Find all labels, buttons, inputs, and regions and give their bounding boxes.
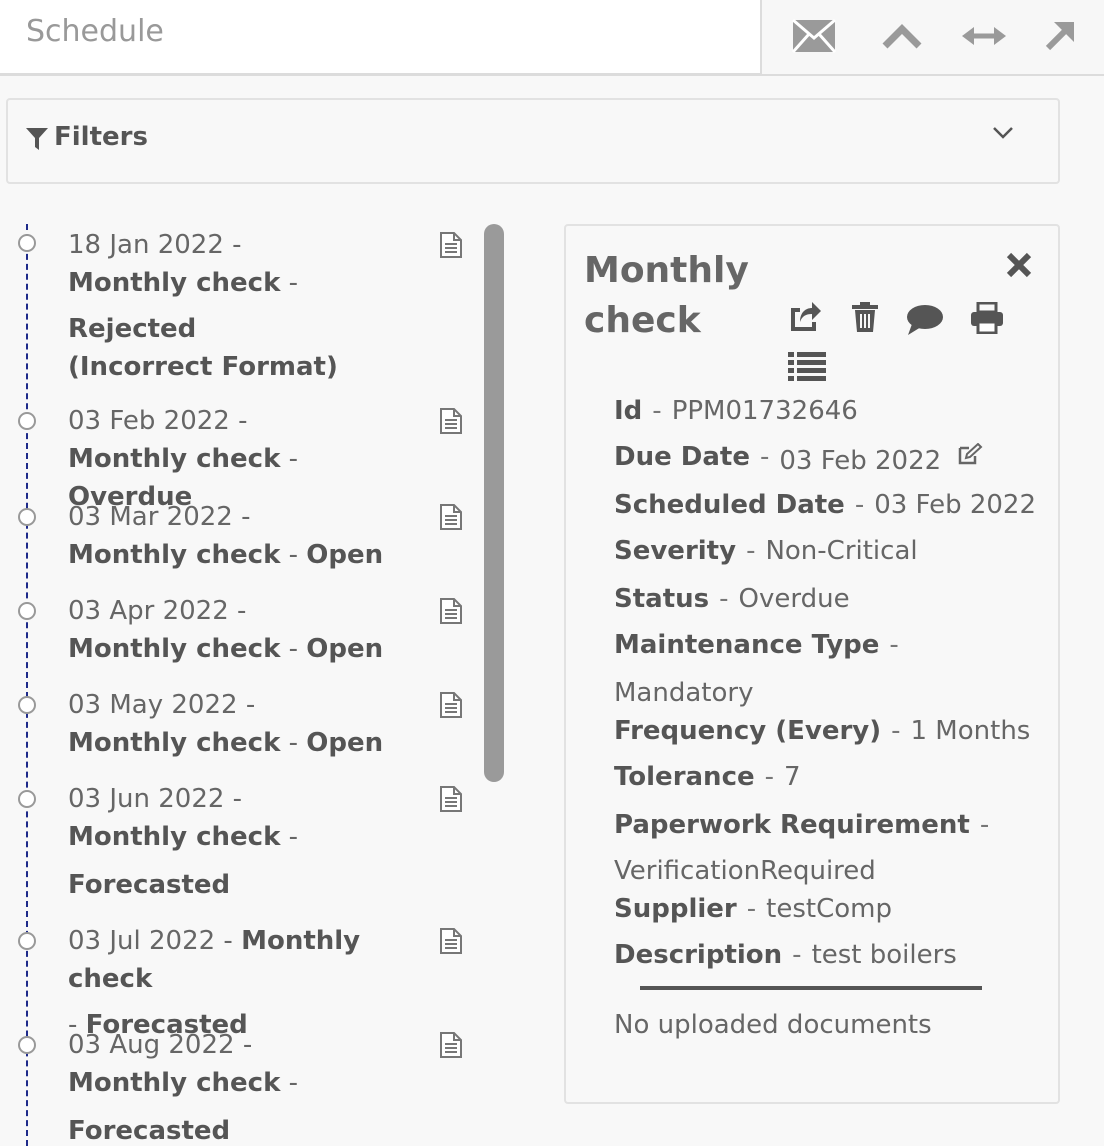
horizontal-arrows-icon (962, 27, 1006, 45)
envelope-icon (792, 19, 836, 53)
timeline-item-text: 03 May 2022 - Monthly check - Open (68, 690, 384, 758)
field-maintenance-type: Maintenance Type - (614, 630, 899, 660)
trash-icon[interactable] (852, 302, 878, 332)
email-button[interactable] (788, 14, 840, 58)
document-icon[interactable] (440, 1032, 462, 1058)
field-id: Id - PPM01732646 (614, 396, 858, 426)
field-supplier: Supplier - testComp (614, 894, 892, 924)
document-icon[interactable] (440, 232, 462, 258)
timeline-dot (18, 790, 36, 808)
edit-icon[interactable] (957, 442, 983, 465)
timeline-dot (18, 508, 36, 526)
field-frequency: Frequency (Every) -1 Months (614, 716, 1031, 746)
filters-label: Filters (54, 122, 148, 152)
timeline-dot (18, 696, 36, 714)
field-scheduled-date: Scheduled Date -03 Feb 2022 (614, 490, 1037, 520)
comment-icon[interactable] (906, 304, 944, 336)
page-title: Schedule (26, 14, 164, 49)
field-maintenance-type-value: Mandatory (614, 678, 754, 708)
timeline-item-text: 18 Jan 2022 - Monthly check - Rejected (… (68, 230, 338, 382)
field-paperwork: Paperwork Requirement - (614, 810, 990, 840)
chevron-down-icon[interactable] (992, 126, 1014, 140)
document-icon[interactable] (440, 408, 462, 434)
divider (640, 986, 982, 990)
document-icon[interactable] (440, 928, 462, 954)
timeline-dot (18, 412, 36, 430)
timeline-item-text: 03 Apr 2022 - Monthly check - Open (68, 596, 384, 664)
filters-panel[interactable]: Filters (6, 98, 1060, 184)
field-description: Description - test boilers (614, 940, 957, 970)
open-external-button[interactable] (1034, 14, 1086, 58)
field-severity: Severity - Non-Critical (614, 536, 918, 566)
collapse-button[interactable] (876, 14, 928, 58)
field-status: Status - Overdue (614, 584, 850, 614)
timeline-dot (18, 932, 36, 950)
timeline-line (26, 224, 28, 1146)
close-icon[interactable] (1006, 252, 1032, 278)
header-toolbar (760, 0, 1104, 74)
field-paperwork-value: VerificationRequired (614, 856, 876, 886)
timeline-scrollbar[interactable] (484, 224, 504, 782)
document-icon[interactable] (440, 786, 462, 812)
document-icon[interactable] (440, 504, 462, 530)
share-icon[interactable] (788, 300, 822, 332)
field-due-date: Due Date -03 Feb 2022 (614, 442, 983, 476)
funnel-icon (26, 128, 48, 150)
timeline-dot (18, 602, 36, 620)
header-bar: Schedule (0, 0, 1104, 76)
chevron-up-icon (882, 24, 922, 49)
field-tolerance: Tolerance -7 (614, 762, 801, 792)
timeline-item-text: 03 Jun 2022 - Monthly check - Forecasted (68, 784, 299, 900)
list-icon[interactable] (788, 352, 826, 382)
detail-panel: Monthly check Id - PPM01732646 Due Date -03… (564, 224, 1060, 1104)
timeline-item-text: 03 Aug 2022 - Monthly check - Forecasted (68, 1030, 299, 1146)
expand-width-button[interactable] (958, 14, 1010, 58)
detail-title: Monthly check (584, 250, 749, 341)
timeline-item-text: 03 Mar 2022 - Monthly check - Open (68, 502, 384, 570)
arrow-up-right-icon (1045, 22, 1074, 51)
timeline-dot (18, 1036, 36, 1054)
document-icon[interactable] (440, 598, 462, 624)
timeline-dot (18, 234, 36, 252)
print-icon[interactable] (970, 302, 1004, 334)
document-icon[interactable] (440, 692, 462, 718)
no-documents-message: No uploaded documents (614, 1010, 932, 1040)
